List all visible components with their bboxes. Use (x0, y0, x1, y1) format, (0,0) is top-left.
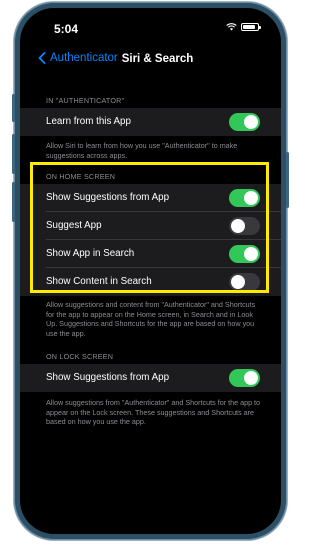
volume-down-button (12, 182, 15, 222)
notch (102, 8, 200, 30)
nav-bar: Authenticator Siri & Search (20, 48, 281, 74)
toggle-learn-from-app[interactable] (229, 113, 260, 131)
section-footer-home-screen: Allow suggestions and content from "Auth… (46, 300, 256, 338)
power-button (286, 152, 289, 208)
toggle-knob (244, 115, 258, 129)
status-bar: 5:04 (20, 8, 281, 42)
side-button (12, 94, 15, 122)
row-lock-show-suggestions-from-app: Show Suggestions from App (20, 364, 281, 392)
status-time: 5:04 (54, 22, 79, 36)
row-learn-from-app: Learn from this App (20, 108, 281, 136)
section-footer-lock-screen: Allow suggestions from "Authenticator" a… (46, 398, 261, 426)
settings-group-in-app: Learn from this App (20, 108, 281, 136)
toggle-knob (244, 371, 258, 385)
section-header-in-app: IN "AUTHENTICATOR" (46, 96, 125, 105)
volume-up-button (12, 134, 15, 174)
wifi-icon (226, 23, 237, 31)
row-label: Learn from this App (46, 116, 131, 127)
battery-icon (241, 23, 261, 31)
settings-group-lock-screen: Show Suggestions from App (20, 364, 281, 392)
page-title: Siri & Search (121, 53, 194, 65)
row-label: Show Suggestions from App (46, 372, 170, 383)
status-icons (226, 23, 261, 31)
toggle-lock-show-suggestions-from-app[interactable] (229, 369, 260, 387)
section-header-lock-screen: ON LOCK SCREEN (46, 352, 114, 361)
yellow-highlight-box (30, 162, 269, 293)
section-footer-in-app: Allow Siri to learn from how you use "Au… (46, 141, 238, 160)
